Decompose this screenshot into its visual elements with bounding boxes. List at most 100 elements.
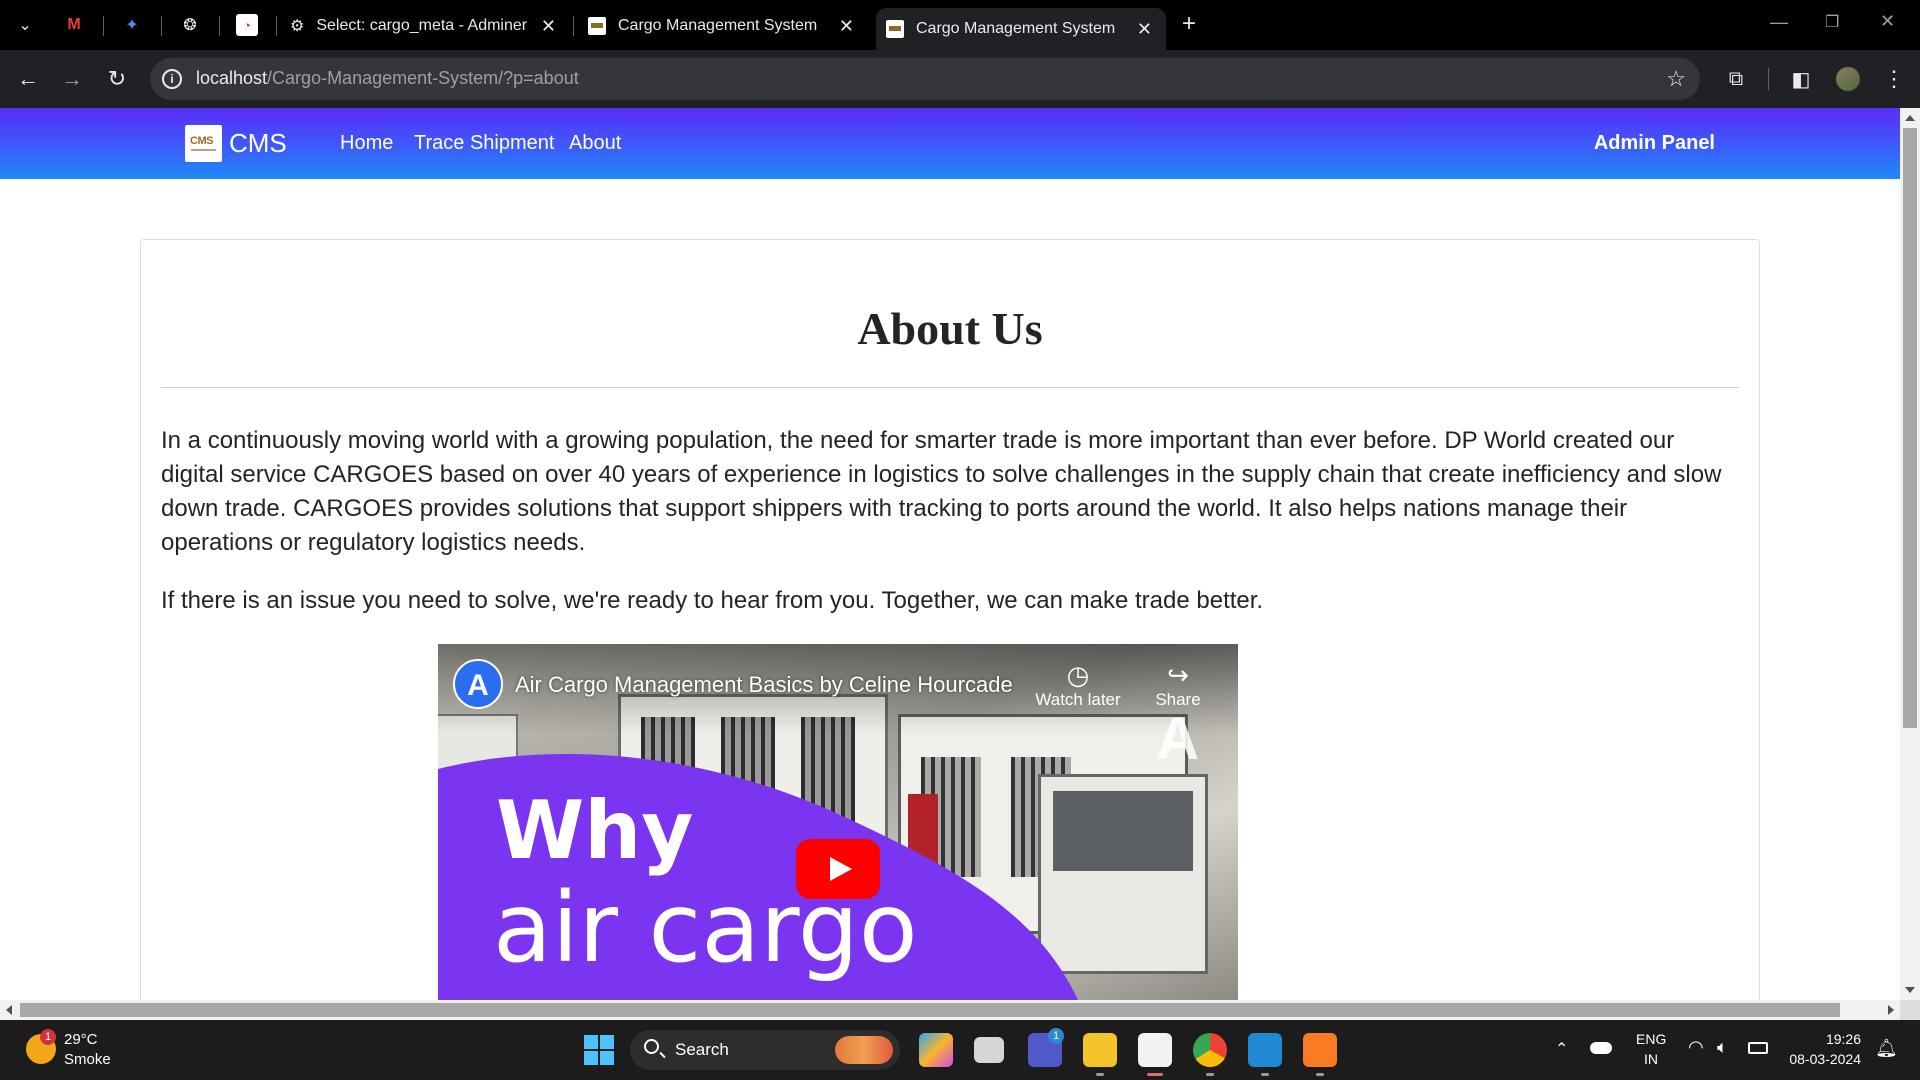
chatgpt-pinned-tab-icon[interactable]: ❂ [179, 14, 201, 36]
show-hidden-icons-chevron-icon[interactable]: ⌃ [1555, 1039, 1568, 1059]
site-navbar: CMS CMS Home Trace Shipment About Admin … [0, 108, 1900, 179]
watch-later-button[interactable]: ◷ Watch later [1033, 660, 1123, 710]
tab-adminer[interactable]: ⚙ Select: cargo_meta - Adminer ✕ [290, 8, 562, 44]
tab-cargo-1[interactable]: Cargo Management System ✕ [588, 8, 860, 44]
tab-separator [161, 16, 162, 36]
new-tab-button[interactable]: + [1182, 10, 1196, 38]
admin-panel-link[interactable]: Admin Panel [1594, 132, 1715, 155]
vertical-scroll-thumb[interactable] [1903, 128, 1917, 728]
tab-separator [276, 16, 277, 36]
weather-condition[interactable]: Smoke [64, 1051, 111, 1068]
input-language[interactable]: ENG [1636, 1031, 1666, 1047]
cms-favicon-icon [588, 17, 606, 35]
close-tab-icon[interactable]: ✕ [1137, 19, 1152, 40]
pinned-tab-app-icon[interactable]: ◔ [236, 14, 258, 36]
about-paragraph-2: If there is an issue you need to solve, … [161, 587, 1264, 614]
search-icon [644, 1039, 659, 1054]
windows-taskbar: 1 29°C Smoke Search 1 ⌃ ENG IN ◠ 🔈︎ 19:2… [0, 1020, 1920, 1080]
chrome-app-icon[interactable] [1193, 1033, 1227, 1067]
notification-bell-icon[interactable]: 🔔︎ [1875, 1038, 1898, 1059]
bookmark-star-icon[interactable]: ☆ [1666, 66, 1686, 92]
scroll-right-arrow-icon[interactable] [1888, 1005, 1894, 1015]
page-viewport: CMS CMS Home Trace Shipment About Admin … [0, 108, 1900, 1000]
volume-icon[interactable]: 🔈︎ [1717, 1037, 1728, 1058]
address-bar[interactable]: i localhost/Cargo-Management-System/?p=a… [150, 58, 1700, 100]
vscode-app-icon[interactable] [1248, 1033, 1282, 1067]
close-tab-icon[interactable]: ✕ [541, 16, 556, 37]
tab-search-chevron-icon[interactable]: ⌄ [14, 14, 36, 36]
running-indicator [1206, 1073, 1214, 1076]
start-button[interactable] [584, 1035, 614, 1065]
vertical-scrollbar[interactable] [1900, 108, 1920, 1000]
brand-logo[interactable]: CMS [185, 125, 222, 162]
gemini-pinned-tab-icon[interactable]: ✦ [121, 14, 143, 36]
clock-date[interactable]: 08-03-2024 [1780, 1051, 1861, 1067]
xampp-app-icon[interactable] [1303, 1033, 1337, 1067]
scroll-up-arrow-icon[interactable] [1905, 115, 1915, 121]
battery-icon[interactable] [1748, 1042, 1768, 1054]
weather-temperature[interactable]: 29°C [64, 1031, 98, 1048]
extensions-icon[interactable]: ⧉ [1720, 63, 1752, 95]
scroll-down-arrow-icon[interactable] [1905, 987, 1915, 993]
snipping-tool-icon[interactable] [1138, 1033, 1172, 1067]
reload-icon[interactable]: ↻ [101, 63, 133, 95]
scrollbar-corner [1900, 1000, 1920, 1020]
tab-separator [103, 16, 104, 36]
taskbar-search[interactable]: Search [630, 1030, 900, 1070]
profile-avatar[interactable] [1836, 67, 1860, 91]
close-tab-icon[interactable]: ✕ [839, 16, 854, 37]
share-button[interactable]: ↪ Share [1133, 660, 1223, 710]
brand-logo-underline [191, 149, 216, 151]
video-embed[interactable]: A Air Cargo Management Basics by Celine … [438, 644, 1238, 1000]
running-indicator [1096, 1073, 1104, 1076]
youtube-play-button[interactable] [796, 839, 880, 899]
url-host: localhost [196, 68, 268, 88]
file-explorer-icon[interactable] [1083, 1033, 1117, 1067]
url-path: /Cargo-Management-System/?p=about [267, 68, 579, 88]
nav-link-trace-shipment[interactable]: Trace Shipment [414, 132, 554, 155]
nav-link-home[interactable]: Home [340, 132, 393, 155]
teams-badge: 1 [1048, 1028, 1064, 1044]
task-view-icon[interactable] [974, 1037, 1004, 1063]
taskbar-search-label: Search [675, 1040, 729, 1059]
address-url[interactable]: localhost/Cargo-Management-System/?p=abo… [196, 68, 579, 89]
share-arrow-icon: ↪ [1167, 660, 1189, 690]
adminer-favicon-icon: ⚙ [290, 18, 305, 35]
about-paragraph-1: In a continuously moving world with a gr… [161, 427, 1722, 556]
browser-toolbar: ← → ↻ i localhost/Cargo-Management-Syste… [0, 50, 1920, 108]
tab-separator [219, 16, 220, 36]
running-indicator [1261, 1073, 1269, 1076]
gmail-pinned-tab-icon[interactable]: M [63, 14, 85, 36]
brand-name[interactable]: CMS [229, 128, 287, 159]
clock-time[interactable]: 19:26 [1793, 1031, 1861, 1047]
running-indicator [1147, 1073, 1163, 1076]
channel-watermark: A [1156, 705, 1200, 772]
toolbar-separator [1768, 68, 1769, 90]
wifi-icon[interactable]: ◠ [1688, 1037, 1704, 1058]
browser-menu-icon[interactable]: ⋮ [1878, 63, 1910, 95]
nav-link-about[interactable]: About [569, 132, 621, 155]
site-info-icon[interactable]: i [162, 69, 182, 89]
restore-icon[interactable]: ❐ [1825, 12, 1839, 32]
minimize-icon[interactable]: — [1770, 12, 1788, 33]
back-icon[interactable]: ← [12, 63, 44, 95]
forward-icon[interactable]: → [56, 63, 88, 95]
input-region[interactable]: IN [1644, 1051, 1658, 1067]
clock-icon: ◷ [1066, 660, 1090, 690]
page-title: About Us [857, 303, 1043, 354]
channel-avatar[interactable]: A [453, 659, 503, 709]
copilot-app-icon[interactable] [919, 1033, 953, 1067]
side-panel-icon[interactable]: ◧ [1785, 63, 1817, 95]
running-indicator [1316, 1073, 1324, 1076]
brand-logo-mark: CMS [190, 135, 213, 147]
horizontal-scroll-thumb[interactable] [20, 1003, 1840, 1017]
tab-title: Select: cargo_meta - Adminer [316, 17, 528, 34]
tab-title: Cargo Management System [916, 20, 1116, 37]
video-title[interactable]: Air Cargo Management Basics by Celine Ho… [515, 672, 1013, 698]
tab-cargo-active[interactable]: Cargo Management System ✕ [876, 8, 1166, 50]
scroll-left-arrow-icon[interactable] [6, 1005, 12, 1015]
window-close-icon[interactable]: ✕ [1880, 11, 1895, 32]
tab-separator [573, 16, 574, 36]
onedrive-cloud-icon[interactable] [1590, 1042, 1612, 1054]
horizontal-scrollbar[interactable] [0, 1000, 1900, 1020]
